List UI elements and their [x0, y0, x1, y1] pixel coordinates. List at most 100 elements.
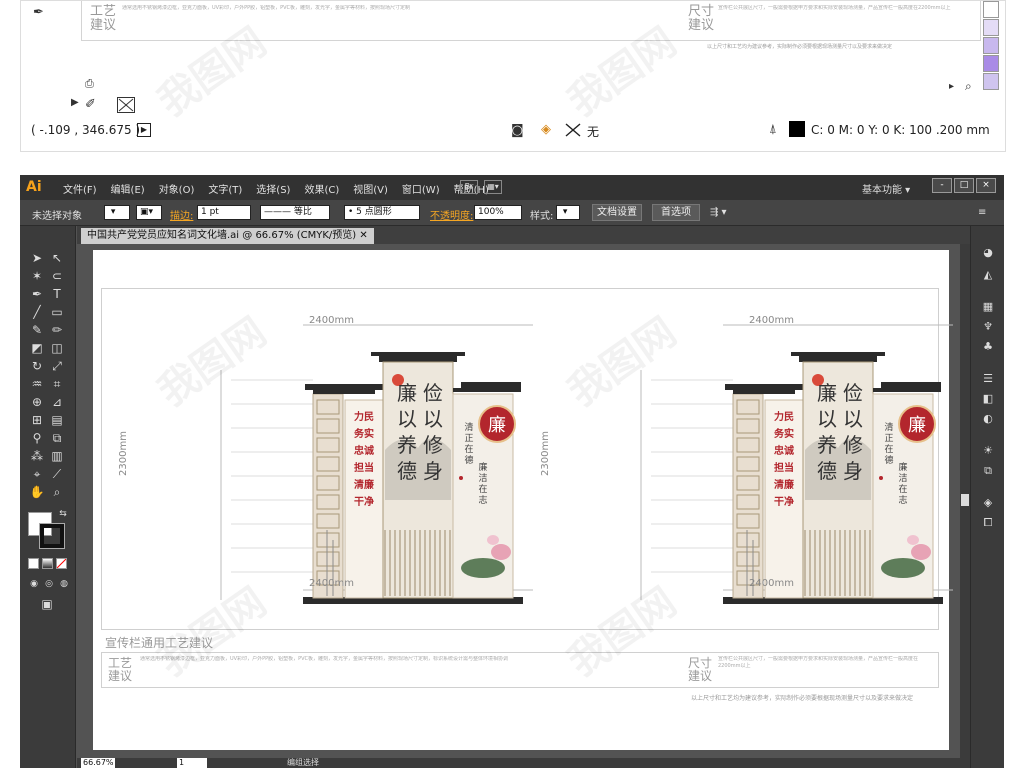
swap-fill-stroke-icon[interactable]: ⇆: [54, 506, 72, 522]
layers-icon[interactable]: ◈: [980, 496, 996, 510]
artboards-icon[interactable]: ⧠: [980, 516, 996, 530]
swatch[interactable]: [983, 73, 999, 90]
transparency-icon[interactable]: ◐: [980, 412, 996, 426]
bridge-button[interactable]: Br: [460, 180, 478, 194]
scroll-right-icon[interactable]: ▸: [949, 81, 954, 92]
symbols-icon[interactable]: ♣: [980, 340, 996, 354]
column-graph-icon[interactable]: ▥: [48, 448, 66, 464]
style-dropdown[interactable]: ▾: [556, 205, 580, 220]
draw-inside-icon[interactable]: ◍: [58, 576, 70, 592]
blend-icon[interactable]: ⧉: [48, 430, 66, 446]
eyedropper-icon[interactable]: ⚲: [28, 430, 46, 446]
maximize-button[interactable]: □: [954, 178, 974, 193]
preferences-button[interactable]: 首选项: [652, 204, 700, 221]
type-tool-icon[interactable]: T: [48, 286, 66, 302]
color-mode-icon[interactable]: [28, 558, 39, 569]
hand-tool-icon[interactable]: ✋: [28, 484, 46, 500]
paint-bucket-icon[interactable]: ◈: [541, 122, 551, 137]
canvas-area[interactable]: 力民 务实 忠诚 担当 清廉 干净俭以修身廉以养德廉清正在德廉洁在志 力民 务实 忠诚 担当 清廉…: [77, 244, 960, 758]
zoom-tool-icon[interactable]: ⌕: [48, 484, 66, 500]
document-tab[interactable]: 中国共产党党员应知名词文化墙.ai @ 66.67% (CMYK/预览) ✕: [81, 228, 374, 244]
play-button[interactable]: ▶: [137, 123, 151, 137]
none-mode-icon[interactable]: [56, 558, 67, 569]
appearance-icon[interactable]: ☀: [980, 444, 996, 458]
swatch[interactable]: [983, 19, 999, 36]
selection-tool-icon[interactable]: ➤: [28, 250, 46, 266]
eraser-icon[interactable]: ◫: [48, 340, 66, 356]
variable-width-dropdown[interactable]: ——— 等比: [260, 205, 330, 220]
color-guide-icon[interactable]: ◭: [980, 268, 996, 282]
none-swatch-icon[interactable]: [117, 97, 135, 113]
gradient-panel-icon[interactable]: ◧: [980, 392, 996, 406]
stroke-color-dropdown[interactable]: ▣▾: [136, 205, 162, 220]
stroke-weight-input[interactable]: 1 pt: [197, 205, 251, 220]
brush-dropdown[interactable]: • 5 点圆形: [344, 205, 420, 220]
slice-tool-icon[interactable]: ⟋: [48, 466, 66, 482]
stroke-swatch[interactable]: [39, 523, 65, 549]
gradient-mode-icon[interactable]: [42, 558, 53, 569]
close-button[interactable]: ×: [976, 178, 996, 193]
menu-type[interactable]: 文字(T): [201, 181, 249, 196]
page-icon[interactable]: ⎙: [85, 77, 94, 91]
fill-color-dropdown[interactable]: ▾: [104, 205, 130, 220]
stroke-icon[interactable]: ⍋: [769, 122, 777, 137]
none-icon[interactable]: [565, 123, 581, 137]
direct-selection-tool-icon[interactable]: ↖: [48, 250, 66, 266]
artboard-tool-icon[interactable]: ⌖: [28, 466, 46, 482]
camera-icon[interactable]: ◙: [511, 123, 524, 138]
page-input[interactable]: 1: [177, 758, 207, 768]
scroll-thumb[interactable]: [961, 494, 969, 506]
artboard[interactable]: 力民 务实 忠诚 担当 清廉 干净俭以修身廉以养德廉清正在德廉洁在志 力民 务实 忠诚 担当 清廉…: [93, 250, 953, 750]
menu-window[interactable]: 窗口(W): [395, 181, 447, 196]
rectangle-tool-icon[interactable]: ▭: [48, 304, 66, 320]
document-setup-button[interactable]: 文档设置: [592, 204, 642, 221]
opacity-input[interactable]: 100%: [474, 205, 522, 220]
color-panel-icon[interactable]: ◕: [980, 246, 996, 260]
menu-effect[interactable]: 效果(C): [297, 181, 346, 196]
zoom-icon[interactable]: ⌕: [965, 79, 972, 94]
pen-tool-icon[interactable]: ✒: [33, 5, 44, 20]
panel-menu-icon[interactable]: ≡: [978, 207, 986, 218]
menu-object[interactable]: 对象(O): [152, 181, 202, 196]
menu-view[interactable]: 视图(V): [346, 181, 395, 196]
symbol-sprayer-icon[interactable]: ⁂: [28, 448, 46, 464]
lasso-icon[interactable]: ⊂: [48, 268, 66, 284]
swatches-icon[interactable]: ▦: [980, 300, 996, 314]
stroke-label[interactable]: 描边:: [170, 207, 193, 222]
draw-normal-icon[interactable]: ◉: [28, 576, 40, 592]
gradient-icon[interactable]: ▤: [48, 412, 66, 428]
blob-brush-icon[interactable]: ◩: [28, 340, 46, 356]
brushes-icon[interactable]: ♆: [980, 320, 996, 334]
control-options-icon[interactable]: ⇶ ▾: [710, 207, 727, 218]
swatch[interactable]: [983, 37, 999, 54]
warp-icon[interactable]: ♒: [28, 376, 46, 392]
black-color-swatch[interactable]: [789, 121, 805, 137]
paintbrush-icon[interactable]: ✎: [28, 322, 46, 338]
pen-tool-icon[interactable]: ✒: [28, 286, 46, 302]
screen-mode-icon[interactable]: ▣: [38, 596, 56, 612]
menu-edit[interactable]: 编辑(E): [104, 181, 152, 196]
free-transform-icon[interactable]: ⌗: [48, 376, 66, 392]
workspace-switcher[interactable]: 基本功能 ▾: [862, 181, 910, 196]
perspective-grid-icon[interactable]: ⊿: [48, 394, 66, 410]
magic-wand-icon[interactable]: ✶: [28, 268, 46, 284]
stroke-panel-icon[interactable]: ☰: [980, 372, 996, 386]
shape-builder-icon[interactable]: ⊕: [28, 394, 46, 410]
opacity-label[interactable]: 不透明度:: [430, 207, 473, 222]
swatch[interactable]: [983, 1, 999, 18]
scale-icon[interactable]: ⤢: [48, 358, 66, 374]
rotate-icon[interactable]: ↻: [28, 358, 46, 374]
zoom-input[interactable]: 66.67%: [81, 758, 115, 768]
culture-wall-design-right[interactable]: 力民务实忠诚担当清廉干净俭以修身廉以养德廉清正在德廉洁在志: [533, 300, 953, 630]
swatch[interactable]: [983, 55, 999, 72]
pencil-icon[interactable]: ✏: [48, 322, 66, 338]
line-tool-icon[interactable]: ╱: [28, 304, 46, 320]
arrow-right-icon[interactable]: ▶: [71, 97, 79, 108]
vertical-scrollbar[interactable]: [960, 244, 970, 758]
graphic-styles-icon[interactable]: ⧉: [980, 464, 996, 478]
minimize-button[interactable]: -: [932, 178, 952, 193]
draw-behind-icon[interactable]: ◎: [43, 576, 55, 592]
eyedropper-icon[interactable]: ✐: [85, 97, 96, 112]
close-tab-icon[interactable]: ✕: [359, 230, 367, 241]
menu-file[interactable]: 文件(F): [56, 181, 104, 196]
